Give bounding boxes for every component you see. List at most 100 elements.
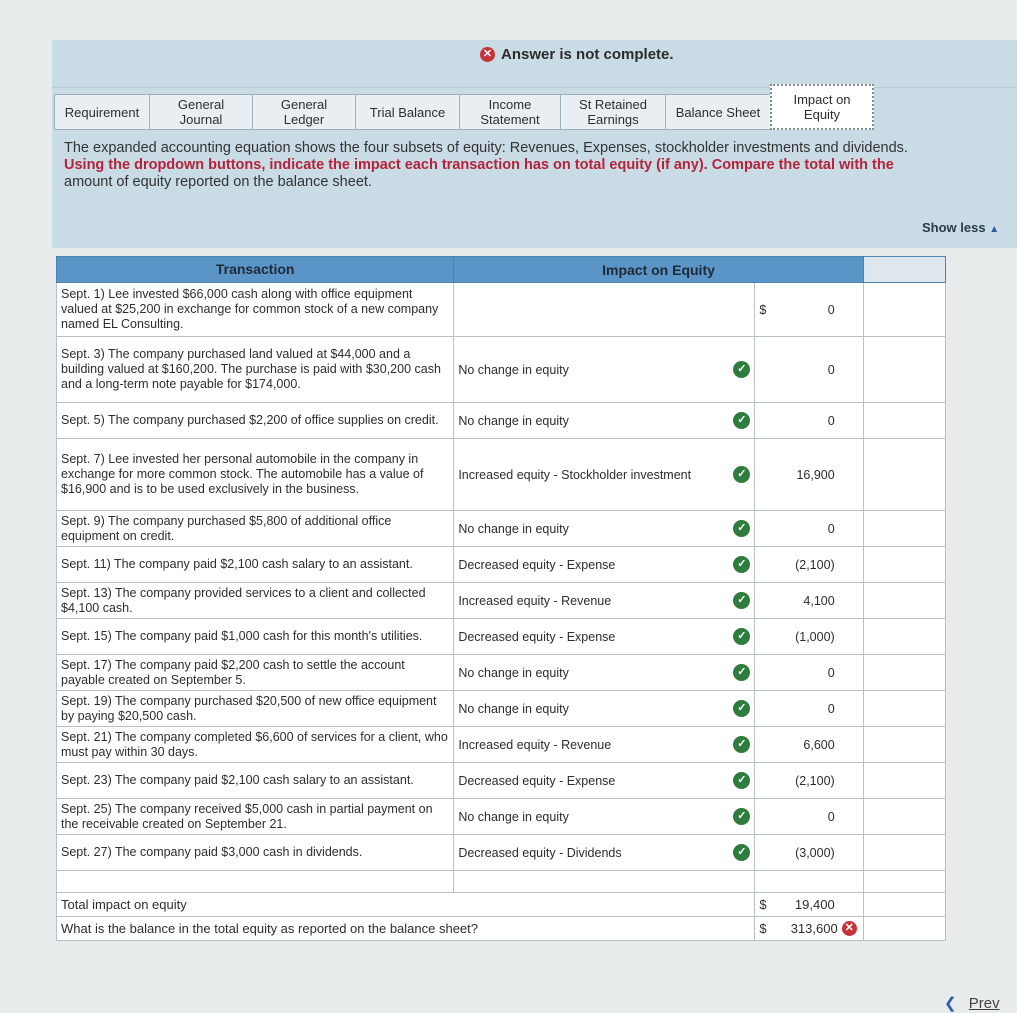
impact-dropdown[interactable]: Decreased equity - Dividends ✓ — [453, 834, 756, 871]
amount-input[interactable]: (2,100) — [772, 546, 864, 583]
error-icon: ✕ — [480, 47, 495, 62]
amount-input[interactable]: 4,100 — [772, 582, 864, 619]
amount-input[interactable]: 0 — [772, 654, 864, 691]
impact-value: No change in equity — [458, 701, 569, 716]
tab-balance-sheet[interactable]: Balance Sheet — [665, 94, 771, 130]
impact-dropdown[interactable]: Increased equity - Stockholder investmen… — [453, 438, 756, 511]
amount-input[interactable]: 16,900 — [772, 438, 864, 511]
chevron-left-icon: ❮ — [944, 995, 957, 1012]
dollar-sign — [754, 690, 773, 727]
table-row: Sept. 3) The company purchased land valu… — [55, 336, 947, 403]
impact-dropdown[interactable]: No change in equity ✓ — [453, 402, 756, 439]
impact-dropdown[interactable]: No change in equity ✓ — [453, 510, 756, 547]
check-icon: ✓ — [733, 556, 751, 573]
impact-value: Decreased equity - Expense — [458, 773, 616, 788]
check-icon: ✓ — [733, 844, 751, 861]
impact-value: No change in equity — [458, 362, 569, 377]
instructions-line-3: amount of equity reported on the balance… — [64, 174, 372, 190]
show-less-link[interactable]: Show less ▲ — [922, 220, 999, 235]
table-row: Sept. 7) Lee invested her personal autom… — [55, 438, 947, 511]
impact-value: Increased equity - Revenue — [458, 737, 612, 752]
amount-input[interactable]: (3,000) — [772, 834, 864, 871]
impact-value: Decreased equity - Expense — [458, 557, 616, 572]
prev-button[interactable]: ❮ Prev — [944, 994, 1000, 1012]
dollar-sign — [754, 510, 773, 547]
total-amount: 19,400 — [772, 892, 864, 917]
tab-income-statement[interactable]: Income Statement — [459, 94, 561, 130]
impact-value: Decreased equity - Dividends — [458, 845, 622, 860]
amount-input[interactable]: (2,100) — [772, 762, 864, 799]
impact-dropdown[interactable]: Increased equity - Revenue ✓ — [453, 582, 756, 619]
impact-dropdown[interactable] — [453, 282, 756, 337]
amount-input[interactable]: 0 — [772, 798, 864, 835]
impact-dropdown[interactable]: Decreased equity - Expense ✓ — [453, 546, 756, 583]
impact-dropdown[interactable]: Decreased equity - Expense ✓ — [453, 762, 756, 799]
answer-status-text: Answer is not complete. — [501, 46, 674, 63]
table-row: Sept. 9) The company purchased $5,800 of… — [55, 510, 947, 547]
check-icon: ✓ — [733, 520, 751, 537]
dollar-sign — [754, 582, 773, 619]
impact-value: No change in equity — [458, 521, 569, 536]
transaction-cell: Sept. 13) The company provided services … — [55, 582, 455, 619]
impact-dropdown[interactable]: No change in equity ✓ — [453, 690, 756, 727]
table-row: Sept. 17) The company paid $2,200 cash t… — [55, 654, 947, 691]
table-row: Sept. 19) The company purchased $20,500 … — [55, 690, 947, 727]
balance-amount-input[interactable]: 313,600 — [791, 921, 838, 936]
impact-value: No change in equity — [458, 413, 569, 428]
check-icon: ✓ — [733, 664, 751, 681]
check-icon: ✓ — [733, 592, 751, 609]
dollar-sign — [754, 618, 773, 655]
impact-dropdown[interactable]: No change in equity ✓ — [453, 798, 756, 835]
tab-impact-on-equity[interactable]: Impact on Equity — [770, 84, 874, 130]
check-icon: ✓ — [733, 772, 751, 789]
tab-trial-balance[interactable]: Trial Balance — [355, 94, 460, 130]
check-icon: ✓ — [733, 700, 751, 717]
check-icon: ✓ — [733, 736, 751, 753]
table-row: Sept. 5) The company purchased $2,200 of… — [55, 402, 947, 439]
impact-value: No change in equity — [458, 809, 569, 824]
dollar-sign — [754, 402, 773, 439]
transaction-cell: Sept. 5) The company purchased $2,200 of… — [55, 402, 455, 439]
transaction-cell: Sept. 7) Lee invested her personal autom… — [55, 438, 455, 511]
table-row: Sept. 23) The company paid $2,100 cash s… — [55, 762, 947, 799]
status-banner: ✕ Answer is not complete. — [52, 40, 1017, 88]
check-icon: ✓ — [733, 412, 751, 429]
table-row: Sept. 27) The company paid $3,000 cash i… — [55, 834, 947, 871]
transaction-cell: Sept. 19) The company purchased $20,500 … — [55, 690, 455, 727]
amount-input[interactable]: 0 — [772, 282, 864, 337]
amount-input[interactable]: 0 — [772, 690, 864, 727]
amount-input[interactable]: 0 — [772, 402, 864, 439]
impact-value: No change in equity — [458, 665, 569, 680]
impact-value: Increased equity - Stockholder investmen… — [458, 467, 692, 482]
balance-row: What is the balance in the total equity … — [55, 916, 947, 941]
check-icon: ✓ — [733, 628, 751, 645]
spacer-row — [55, 870, 947, 893]
tab-retained-earnings[interactable]: St Retained Earnings — [560, 94, 666, 130]
impact-dropdown[interactable]: Increased equity - Revenue ✓ — [453, 726, 756, 763]
amount-input[interactable]: 0 — [772, 336, 864, 403]
transaction-cell: Sept. 23) The company paid $2,100 cash s… — [55, 762, 455, 799]
header-impact: Impact on Equity — [453, 256, 864, 283]
transaction-cell: Sept. 27) The company paid $3,000 cash i… — [55, 834, 455, 871]
impact-dropdown[interactable]: No change in equity ✓ — [453, 654, 756, 691]
instructions-line-1: The expanded accounting equation shows t… — [64, 140, 908, 156]
impact-value: Increased equity - Revenue — [458, 593, 612, 608]
amount-input[interactable]: 6,600 — [772, 726, 864, 763]
impact-dropdown[interactable]: No change in equity ✓ — [453, 336, 756, 403]
transaction-cell: Sept. 15) The company paid $1,000 cash f… — [55, 618, 455, 655]
check-icon: ✓ — [733, 361, 751, 378]
dollar-sign — [754, 654, 773, 691]
tab-general-ledger[interactable]: General Ledger — [252, 94, 356, 130]
amount-input[interactable]: 0 — [772, 510, 864, 547]
dollar-sign — [754, 834, 773, 871]
header-transaction: Transaction — [55, 256, 455, 283]
impact-dropdown[interactable]: Decreased equity - Expense ✓ — [453, 618, 756, 655]
balance-label: What is the balance in the total equity … — [55, 916, 756, 941]
tab-requirement[interactable]: Requirement — [54, 94, 150, 130]
balance-amount-cell[interactable]: 313,600 ✕ — [772, 916, 864, 941]
amount-input[interactable]: (1,000) — [772, 618, 864, 655]
check-icon: ✓ — [733, 466, 751, 483]
answer-status: ✕ Answer is not complete. — [480, 46, 674, 63]
instructions: The expanded accounting equation shows t… — [64, 140, 1017, 191]
tab-general-journal[interactable]: General Journal — [149, 94, 253, 130]
